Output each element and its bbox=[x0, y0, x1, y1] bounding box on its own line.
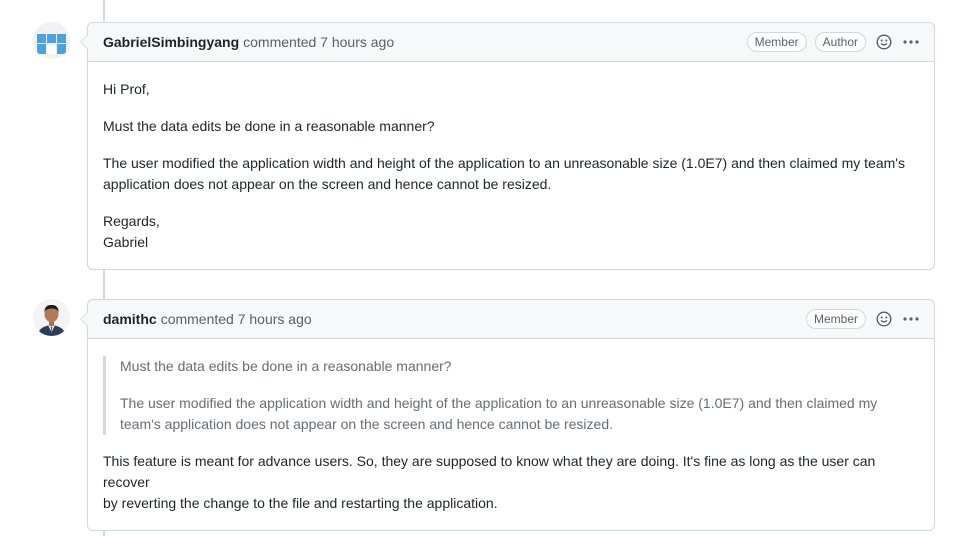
comment-body: Must the data edits be done in a reasona… bbox=[88, 339, 934, 530]
member-badge: Member bbox=[805, 309, 866, 329]
comment-author[interactable]: GabrielSimbingyang bbox=[103, 34, 239, 50]
comment-paragraph: This feature is meant for advance users.… bbox=[103, 451, 919, 514]
kebab-horizontal-icon[interactable] bbox=[902, 34, 920, 50]
kebab-horizontal-icon[interactable] bbox=[902, 311, 920, 327]
member-badge: Member bbox=[746, 32, 807, 52]
comment-timestamp[interactable]: commented 7 hours ago bbox=[161, 311, 312, 327]
comment-header-actions: Member Author bbox=[739, 32, 920, 52]
identicon-avatar-icon bbox=[33, 22, 70, 59]
quote-paragraph: The user modified the application width … bbox=[120, 393, 919, 435]
quoted-reply: Must the data edits be done in a reasona… bbox=[103, 356, 919, 435]
author-badge: Author bbox=[814, 32, 866, 52]
comment-timestamp[interactable]: commented 7 hours ago bbox=[243, 34, 394, 50]
comment-line: application does not appear on the scree… bbox=[103, 176, 552, 192]
comment-body: Hi Prof, Must the data edits be done in … bbox=[88, 62, 934, 269]
comment-line: This feature is meant for advance users.… bbox=[103, 453, 876, 490]
avatar-gabriel[interactable] bbox=[33, 22, 70, 59]
avatar-damithc[interactable] bbox=[33, 299, 70, 336]
smiley-icon[interactable] bbox=[876, 311, 892, 327]
comment-header-actions: Member bbox=[798, 309, 920, 329]
comment-paragraph: Hi Prof, bbox=[103, 81, 150, 97]
user-photo-avatar-icon bbox=[33, 299, 70, 336]
comment-header: GabrielSimbingyang commented 7 hours ago… bbox=[88, 23, 934, 62]
comment-line: The user modified the application width … bbox=[103, 155, 905, 171]
quote-line: The user modified the application width … bbox=[120, 395, 878, 411]
comment-line: Regards, bbox=[103, 213, 160, 229]
comment-2: damithc commented 7 hours ago Member Mus… bbox=[80, 299, 935, 531]
comment-line: by reverting the change to the file and … bbox=[103, 495, 498, 511]
smiley-icon[interactable] bbox=[876, 34, 892, 50]
comment-paragraph: Must the data edits be done in a reasona… bbox=[103, 118, 435, 134]
comment-author[interactable]: damithc bbox=[103, 311, 157, 327]
quote-paragraph: Must the data edits be done in a reasona… bbox=[120, 358, 452, 374]
comment-line: Gabriel bbox=[103, 234, 149, 250]
comment-paragraph: The user modified the application width … bbox=[103, 153, 919, 195]
comment-header: damithc commented 7 hours ago Member bbox=[88, 300, 934, 339]
comment-1: GabrielSimbingyang commented 7 hours ago… bbox=[80, 22, 935, 270]
quote-line: team's application does not appear on th… bbox=[120, 416, 614, 432]
comment-signature: Regards, Gabriel bbox=[103, 211, 919, 253]
